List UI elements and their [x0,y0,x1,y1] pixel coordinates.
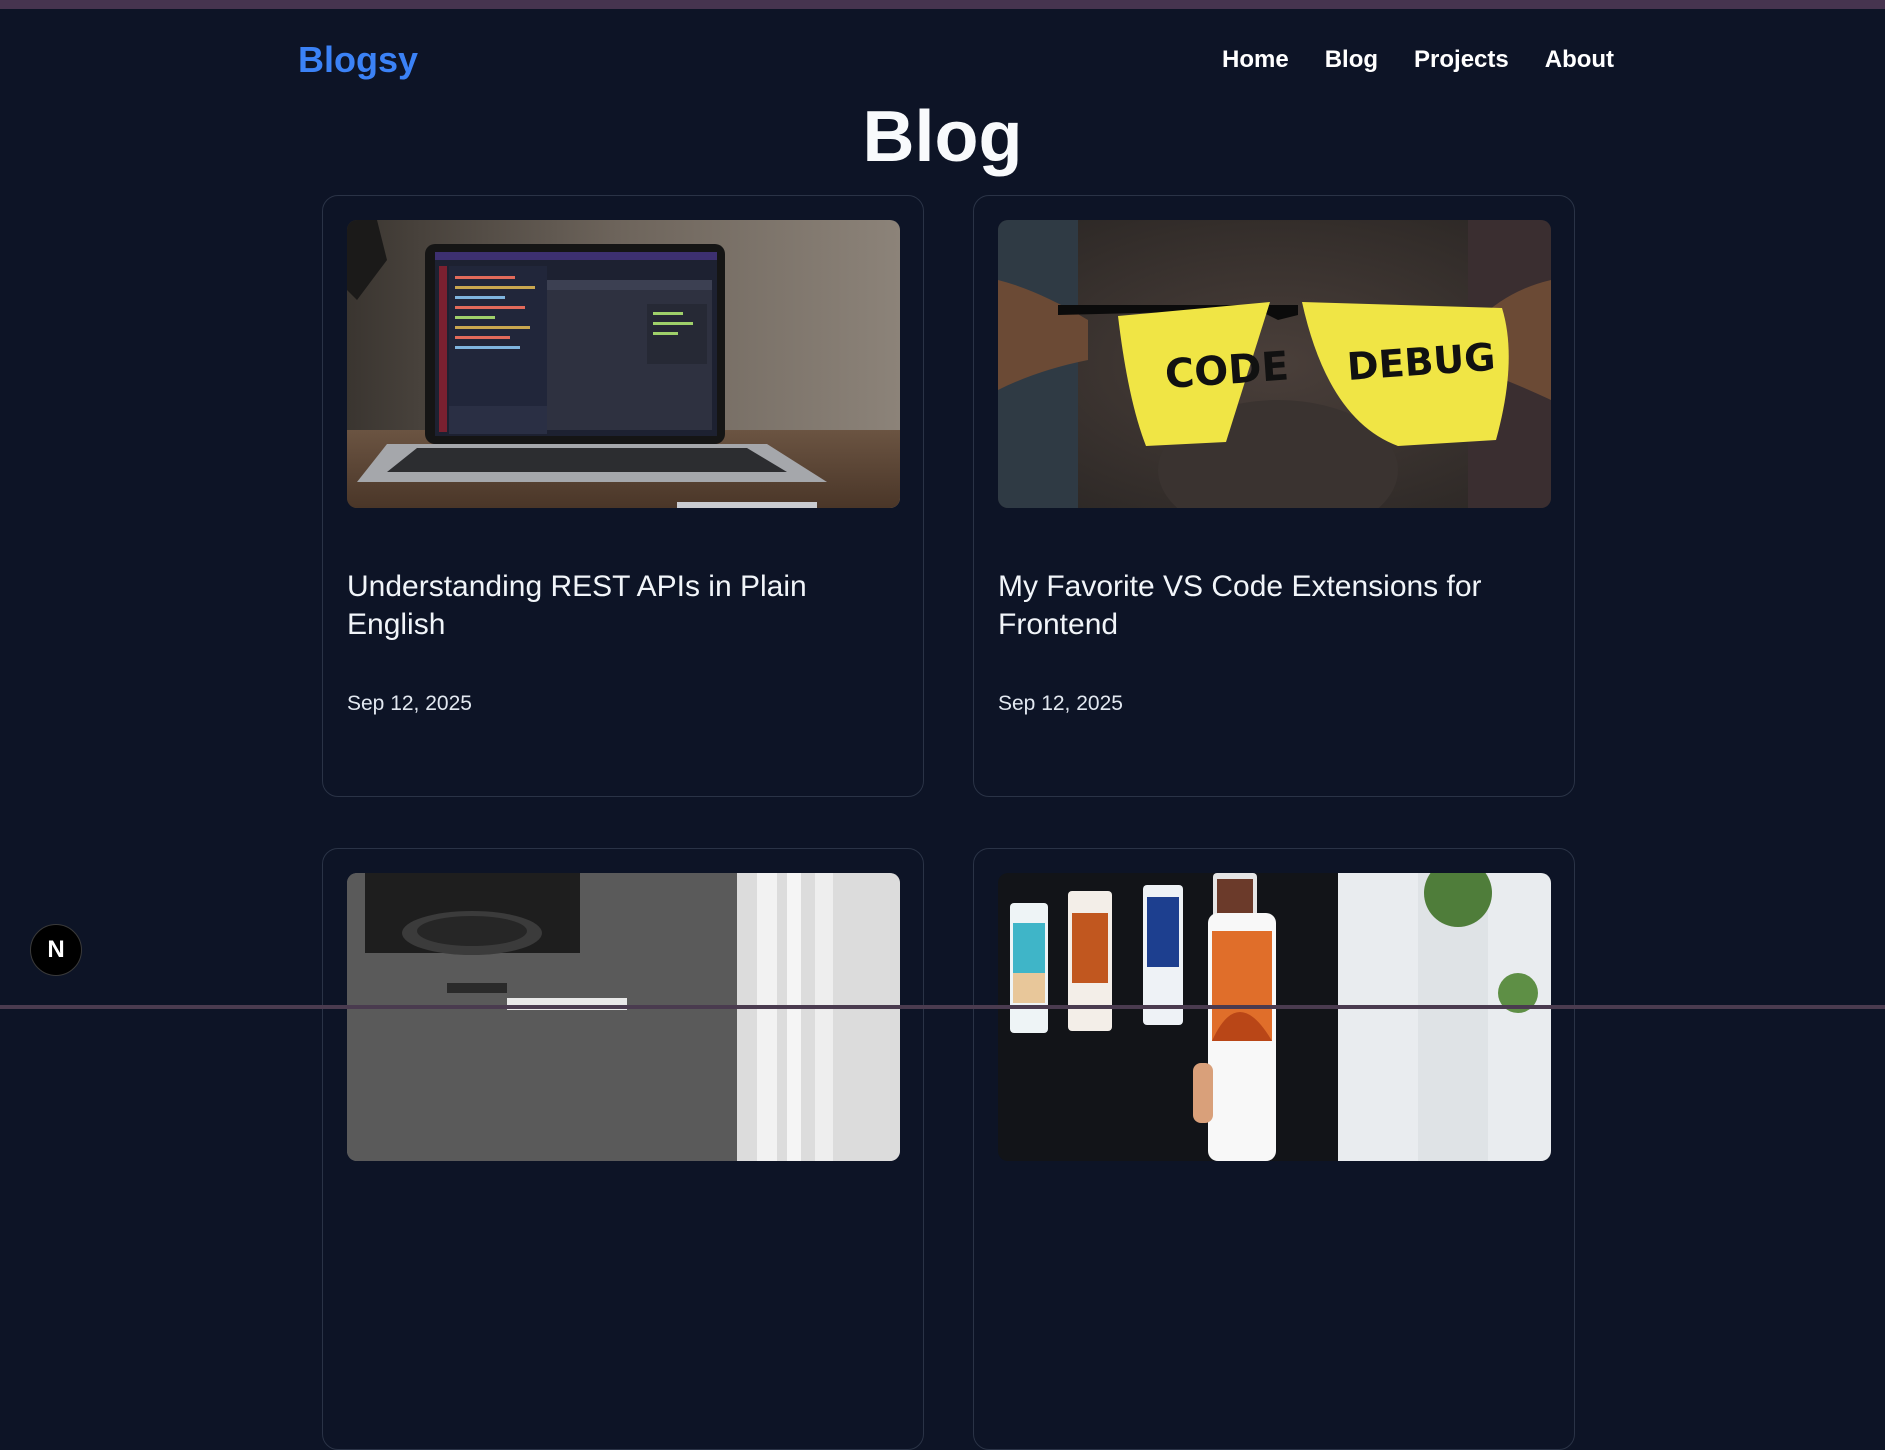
post-card[interactable]: CODE DEBUG My Favorite VS Code Extension… [973,195,1575,797]
glasses-text-code: CODE [1163,343,1290,398]
post-card[interactable] [973,848,1575,1450]
page-title: Blog [862,97,1023,177]
nav-blog-link[interactable]: Blog [1325,42,1378,78]
site-logo[interactable]: Blogsy [298,38,418,82]
nav-home-link[interactable]: Home [1222,42,1289,78]
post-card[interactable]: Understanding REST APIs in Plain English… [322,195,924,797]
code-debug-glasses-image: CODE DEBUG [998,220,1551,508]
post-date: Sep 12, 2025 [347,692,472,715]
post-thumbnail-laptop[interactable] [347,220,900,508]
phone-app-screens-image [998,873,1551,1161]
post-thumbnail-room[interactable] [347,873,900,1161]
post-card[interactable] [322,848,924,1450]
monochrome-room-image [347,873,900,1161]
post-title[interactable]: My Favorite VS Code Extensions for Front… [998,568,1551,644]
nextjs-badge-label: N [47,936,65,963]
post-thumbnail-phone[interactable] [998,873,1551,1161]
post-thumbnail-glasses[interactable]: CODE DEBUG [998,220,1551,508]
window-bottom-strip [0,1005,1885,1009]
main-nav: Home Blog Projects About [1222,42,1614,78]
nav-projects-link[interactable]: Projects [1414,42,1509,78]
nextjs-icon[interactable]: N [30,924,82,976]
post-date: Sep 12, 2025 [998,692,1123,715]
laptop-code-image [347,220,900,508]
post-title[interactable]: Understanding REST APIs in Plain English [347,568,900,644]
browser-top-strip [0,0,1885,9]
nav-about-link[interactable]: About [1545,42,1614,78]
